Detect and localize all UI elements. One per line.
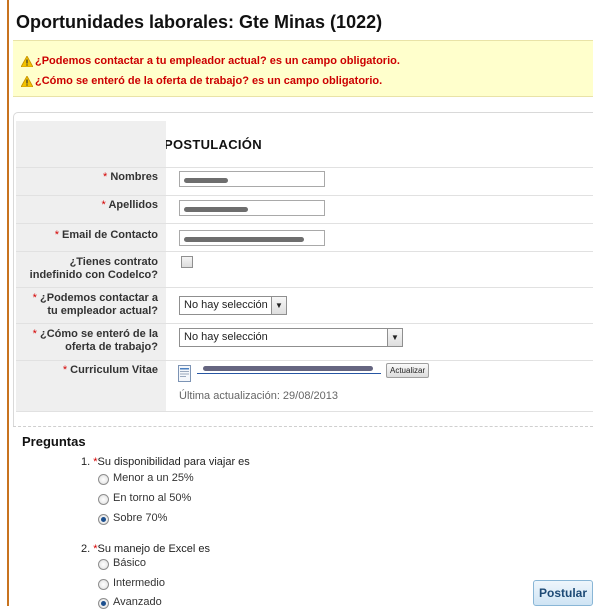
warning-icon — [20, 74, 34, 87]
field-label-empleador: * ¿Podemos contactar a tu empleador actu… — [16, 288, 166, 323]
option-label: En torno al 50% — [113, 492, 192, 504]
field-label-oferta: * ¿Cómo se enteró de la oferta de trabaj… — [16, 324, 166, 360]
field-value-oferta: No hay selección ▼ — [173, 324, 593, 360]
field-value-contrato — [173, 252, 593, 287]
question-1: 1. *Su disponibilidad para viajar es — [81, 456, 250, 468]
field-value-empleador: No hay selección ▼ — [173, 288, 593, 323]
error-text: ¿Podemos contactar a tu empleador actual… — [35, 55, 400, 67]
nombres-input[interactable] — [179, 171, 325, 187]
radio-q1-option-2[interactable] — [98, 494, 109, 505]
field-row-email: * Email de Contacto — [16, 224, 593, 252]
section-divider — [13, 426, 593, 427]
radio-q1-option-1[interactable] — [98, 474, 109, 485]
option-label: Sobre 70% — [113, 512, 168, 524]
apellidos-input[interactable] — [179, 200, 325, 216]
option-label: Avanzado — [113, 596, 162, 608]
redacted-text — [203, 366, 373, 371]
field-label-cv: * Curriculum Vitae — [16, 361, 166, 411]
field-value-email — [173, 224, 593, 251]
field-value-apellidos — [173, 196, 593, 223]
email-input[interactable] — [179, 230, 325, 246]
error-message-box: ¿Podemos contactar a tu empleador actual… — [13, 40, 593, 97]
page-title: Oportunidades laborales: Gte Minas (1022… — [16, 12, 383, 32]
field-row-contrato: ¿Tienes contrato indefinido con Codelco? — [16, 252, 593, 288]
field-label-contrato: ¿Tienes contrato indefinido con Codelco? — [16, 252, 166, 287]
option-label: Intermedio — [113, 577, 165, 589]
radio-q2-option-1[interactable] — [98, 559, 109, 570]
field-label-email: * Email de Contacto — [16, 224, 166, 251]
field-value-cv: Actualizar Última actualización: 29/08/2… — [173, 361, 593, 411]
dropdown-arrow-icon: ▼ — [271, 297, 286, 314]
dropdown-arrow-icon: ▼ — [387, 329, 402, 346]
warning-icon — [20, 54, 34, 67]
oferta-select[interactable]: No hay selección ▼ — [179, 328, 403, 347]
field-row-empleador: * ¿Podemos contactar a tu empleador actu… — [16, 288, 593, 324]
error-text: ¿Cómo se enteró de la oferta de trabajo?… — [35, 75, 383, 87]
radio-q2-option-3[interactable] — [98, 598, 109, 609]
option-label: Menor a un 25% — [113, 472, 194, 484]
field-row-nombres: * Nombres — [16, 168, 593, 196]
radio-q1-option-3[interactable] — [98, 514, 109, 525]
error-message-2: ¿Cómo se enteró de la oferta de trabajo?… — [20, 74, 383, 87]
field-label-nombres: * Nombres — [16, 168, 166, 195]
left-border-rule — [7, 0, 9, 606]
error-message-1: ¿Podemos contactar a tu empleador actual… — [20, 54, 400, 67]
field-label-apellidos: * Apellidos — [16, 196, 166, 223]
redacted-text — [184, 178, 228, 183]
cv-file-link[interactable] — [197, 363, 381, 374]
cv-last-update: Última actualización: 29/08/2013 — [179, 390, 338, 402]
field-row-cv: * Curriculum Vitae Actualizar Última act… — [16, 361, 593, 412]
question-2: 2. *Su manejo de Excel es — [81, 543, 211, 555]
document-icon — [178, 365, 191, 382]
form-header-label-cell — [16, 121, 166, 167]
radio-q2-option-2[interactable] — [98, 579, 109, 590]
actualizar-button[interactable]: Actualizar — [386, 363, 430, 378]
field-row-oferta: * ¿Cómo se enteró de la oferta de trabaj… — [16, 324, 593, 361]
field-value-nombres — [173, 168, 593, 195]
contrato-checkbox[interactable] — [181, 256, 193, 268]
redacted-text — [184, 207, 248, 212]
option-label: Básico — [113, 557, 147, 569]
form-header-row — [16, 121, 593, 168]
questions-title: Preguntas — [22, 434, 86, 449]
postular-button[interactable]: Postular — [533, 580, 593, 606]
redacted-text — [184, 237, 304, 242]
field-row-apellidos: * Apellidos — [16, 196, 593, 224]
empleador-select[interactable]: No hay selección ▼ — [179, 296, 287, 315]
